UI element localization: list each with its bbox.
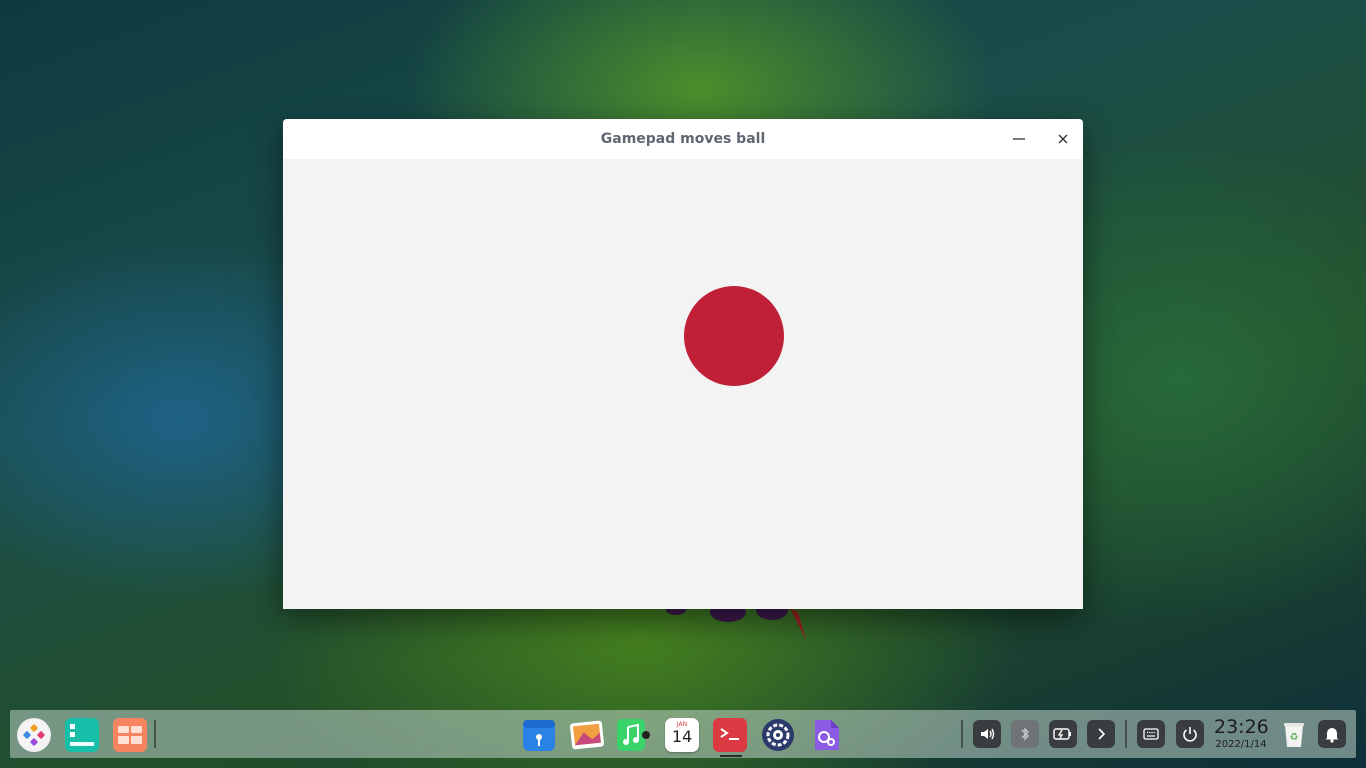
dock: JAN 14 23:26 2022/1/14 ♻ (10, 710, 1356, 758)
workspace-icon (113, 718, 147, 752)
music-button[interactable] (616, 718, 650, 752)
image-viewer-icon (570, 720, 604, 750)
terminal-button[interactable] (713, 718, 747, 752)
utilities-button[interactable] (809, 718, 843, 752)
trash-button[interactable]: ♻ (1277, 718, 1311, 752)
ball (684, 286, 784, 386)
multitasking-button[interactable] (65, 718, 99, 752)
music-icon (617, 719, 650, 751)
volume-button[interactable] (973, 720, 1001, 748)
notification-button[interactable] (1318, 720, 1346, 748)
active-app-indicator (720, 755, 742, 757)
settings-button[interactable] (761, 718, 795, 752)
close-icon (1058, 134, 1068, 144)
bluetooth-button[interactable] (1011, 720, 1039, 748)
workspace-button[interactable] (113, 718, 147, 752)
window-titlebar[interactable]: Gamepad moves ball (283, 119, 1083, 160)
power-button[interactable] (1176, 720, 1204, 748)
launcher-icon (20, 721, 48, 749)
minimize-icon (1013, 138, 1025, 140)
power-icon (1183, 727, 1197, 742)
calendar-day: 14 (671, 727, 693, 746)
clock-date[interactable]: 2022/1/14 (1210, 739, 1272, 750)
image-viewer-button[interactable] (570, 718, 604, 752)
multitasking-icon (65, 718, 99, 752)
battery-icon (1053, 728, 1071, 740)
launcher-button[interactable] (17, 718, 51, 752)
tray-separator (1125, 720, 1127, 748)
keyboard-button[interactable] (1137, 720, 1165, 748)
game-canvas[interactable] (283, 159, 1083, 609)
keyboard-icon (1143, 728, 1159, 740)
battery-button[interactable] (1049, 720, 1077, 748)
close-button[interactable] (1047, 123, 1079, 155)
desktop: Gamepad moves ball JAN 14 23:26 2022/1/1… (0, 0, 1366, 768)
svg-text:♻: ♻ (1290, 732, 1299, 743)
bluetooth-icon (1021, 727, 1029, 741)
minimize-button[interactable] (1003, 123, 1035, 155)
expand-tray-button[interactable] (1087, 720, 1115, 748)
utilities-icon (815, 720, 839, 750)
settings-icon (762, 719, 794, 751)
tray-separator (961, 720, 963, 748)
bell-icon (1325, 728, 1339, 743)
calendar-button[interactable]: JAN 14 (665, 718, 699, 752)
clock-time[interactable]: 23:26 (1214, 716, 1269, 738)
window-title: Gamepad moves ball (600, 131, 766, 147)
dock-separator (154, 720, 156, 748)
app-window: Gamepad moves ball (283, 119, 1083, 609)
trash-icon: ♻ (1284, 723, 1304, 747)
app-store-icon (523, 720, 555, 751)
app-store-button[interactable] (522, 718, 556, 752)
volume-icon (981, 728, 995, 740)
chevron-right-icon (1098, 728, 1106, 740)
terminal-icon (713, 718, 747, 752)
